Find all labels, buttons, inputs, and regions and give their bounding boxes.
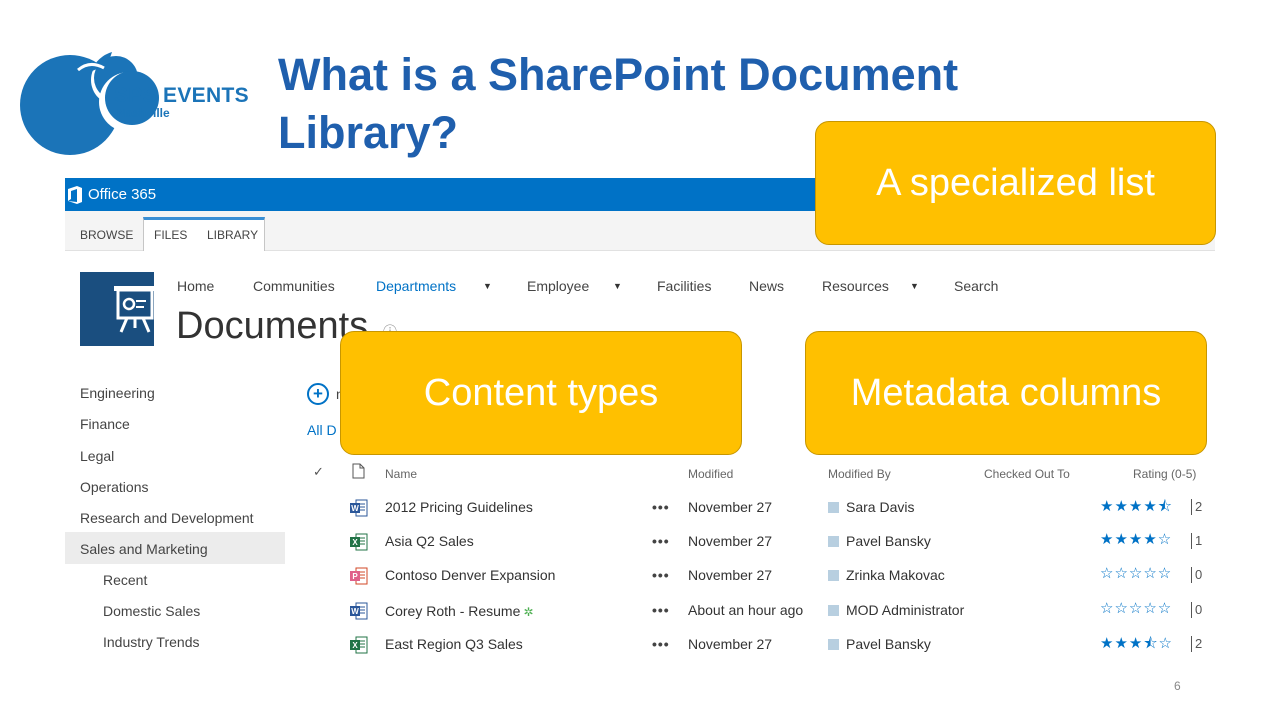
table-row-modified: November 27	[688, 499, 773, 515]
rating-stars-icon[interactable]: ★★★⯪☆	[1100, 633, 1173, 658]
svg-text:X: X	[352, 641, 358, 650]
rating-count: 2	[1191, 499, 1202, 515]
excel-file-icon: X	[350, 636, 368, 654]
leftnav-finance[interactable]: Finance	[80, 416, 130, 432]
topnav-news[interactable]: News	[749, 278, 784, 294]
leftnav-legal[interactable]: Legal	[80, 448, 114, 464]
rating-stars-icon[interactable]: ☆☆☆☆☆	[1100, 599, 1172, 617]
new-document-plus-icon[interactable]: +	[307, 383, 329, 405]
tab-library[interactable]: LIBRARY	[207, 228, 258, 242]
callout-metadata-columns: Metadata columns	[805, 331, 1207, 455]
table-row-modified: November 27	[688, 636, 773, 652]
rating-count: 0	[1191, 602, 1202, 618]
callout-content-types: Content types	[340, 331, 742, 455]
column-header-modified[interactable]: Modified	[688, 467, 733, 481]
presence-indicator-icon	[828, 639, 839, 650]
row-name-text[interactable]: Corey Roth - Resume	[385, 603, 520, 619]
leftnav-sales-marketing[interactable]: Sales and Marketing	[80, 541, 208, 557]
topnav-home[interactable]: Home	[177, 278, 214, 294]
rating-stars-icon[interactable]: ☆☆☆☆☆	[1100, 564, 1172, 582]
rating-stars-icon[interactable]: ★★★★⯪	[1100, 496, 1173, 521]
leftnav-research[interactable]: Research and Development	[80, 510, 254, 526]
view-all-documents[interactable]: All D	[307, 422, 337, 438]
topnav-communities[interactable]: Communities	[253, 278, 335, 294]
table-row-modified-by[interactable]: Sara Davis	[846, 499, 914, 515]
callout-specialized-list: A specialized list	[815, 121, 1216, 245]
topnav-facilities[interactable]: Facilities	[657, 278, 711, 294]
table-row-modified: November 27	[688, 533, 773, 549]
table-row-name[interactable]: 2012 Pricing Guidelines	[385, 499, 533, 515]
table-row-modified-by[interactable]: Pavel Bansky	[846, 636, 931, 652]
table-row-name[interactable]: East Region Q3 Sales	[385, 636, 523, 652]
select-all-checkmark-icon[interactable]: ✓	[313, 464, 324, 480]
topnav-resources[interactable]: Resources	[822, 278, 889, 294]
svg-text:X: X	[352, 538, 358, 547]
column-header-rating[interactable]: Rating (0-5)	[1133, 467, 1196, 481]
powerpoint-file-icon: P	[350, 567, 368, 585]
leftnav-operations[interactable]: Operations	[80, 479, 148, 495]
rating-count: 1	[1191, 533, 1202, 549]
employee-chevron-down-icon[interactable]: ▼	[613, 281, 622, 291]
column-header-name[interactable]: Name	[385, 467, 417, 481]
departments-chevron-down-icon[interactable]: ▼	[483, 281, 492, 291]
topnav-departments[interactable]: Departments	[376, 278, 456, 294]
row-menu-ellipsis-icon[interactable]: •••	[652, 533, 670, 549]
new-item-sparkle-icon: ✲	[523, 605, 534, 619]
leftnav-domestic-sales[interactable]: Domestic Sales	[103, 603, 200, 619]
rating-stars-icon[interactable]: ★★★★☆	[1100, 530, 1172, 548]
site-logo[interactable]	[80, 272, 156, 346]
table-row-name[interactable]: Contoso Denver Expansion	[385, 567, 555, 583]
table-row-modified-by[interactable]: MOD Administrator	[846, 602, 964, 618]
row-menu-ellipsis-icon[interactable]: •••	[652, 567, 670, 583]
slide-page-number: 6	[1174, 679, 1181, 693]
leftnav-industry-trends[interactable]: Industry Trends	[103, 634, 200, 650]
presentation-board-icon	[114, 286, 156, 333]
suite-app-name[interactable]: Office 365	[88, 186, 156, 203]
table-row-name[interactable]: Corey Roth - Resume ✲	[385, 603, 533, 619]
table-row-modified: November 27	[688, 567, 773, 583]
svg-text:W: W	[351, 504, 359, 513]
row-menu-ellipsis-icon[interactable]: •••	[652, 602, 670, 618]
topnav-employee[interactable]: Employee	[527, 278, 589, 294]
topnav-search[interactable]: Search	[954, 278, 998, 294]
row-menu-ellipsis-icon[interactable]: •••	[652, 499, 670, 515]
table-row-modified-by[interactable]: Pavel Bansky	[846, 533, 931, 549]
column-header-checked-out-to[interactable]: Checked Out To	[984, 467, 1070, 481]
office-logo-icon	[68, 186, 82, 204]
presence-indicator-icon	[828, 502, 839, 513]
logo-name: SPS EVENTS	[114, 84, 249, 107]
svg-text:W: W	[351, 607, 359, 616]
file-type-header-icon	[352, 463, 365, 479]
column-header-modified-by[interactable]: Modified By	[828, 467, 891, 481]
word-file-icon: W	[350, 499, 368, 517]
tab-files[interactable]: FILES	[154, 228, 187, 242]
presence-indicator-icon	[828, 536, 839, 547]
presence-indicator-icon	[828, 570, 839, 581]
word-file-icon: W	[350, 602, 368, 620]
rating-count: 0	[1191, 567, 1202, 583]
leftnav-recent[interactable]: Recent	[103, 572, 147, 588]
excel-file-icon: X	[350, 533, 368, 551]
table-row-modified-by[interactable]: Zrinka Makovac	[846, 567, 945, 583]
tab-browse[interactable]: BROWSE	[80, 228, 133, 242]
table-row-modified: About an hour ago	[688, 602, 804, 618]
leftnav-engineering[interactable]: Engineering	[80, 385, 155, 401]
rating-count: 2	[1191, 636, 1202, 652]
row-menu-ellipsis-icon[interactable]: •••	[652, 636, 670, 652]
table-row-name[interactable]: Asia Q2 Sales	[385, 533, 474, 549]
logo-city: Nashville	[117, 106, 170, 120]
resources-chevron-down-icon[interactable]: ▼	[910, 281, 919, 291]
presence-indicator-icon	[828, 605, 839, 616]
svg-text:P: P	[352, 572, 358, 581]
